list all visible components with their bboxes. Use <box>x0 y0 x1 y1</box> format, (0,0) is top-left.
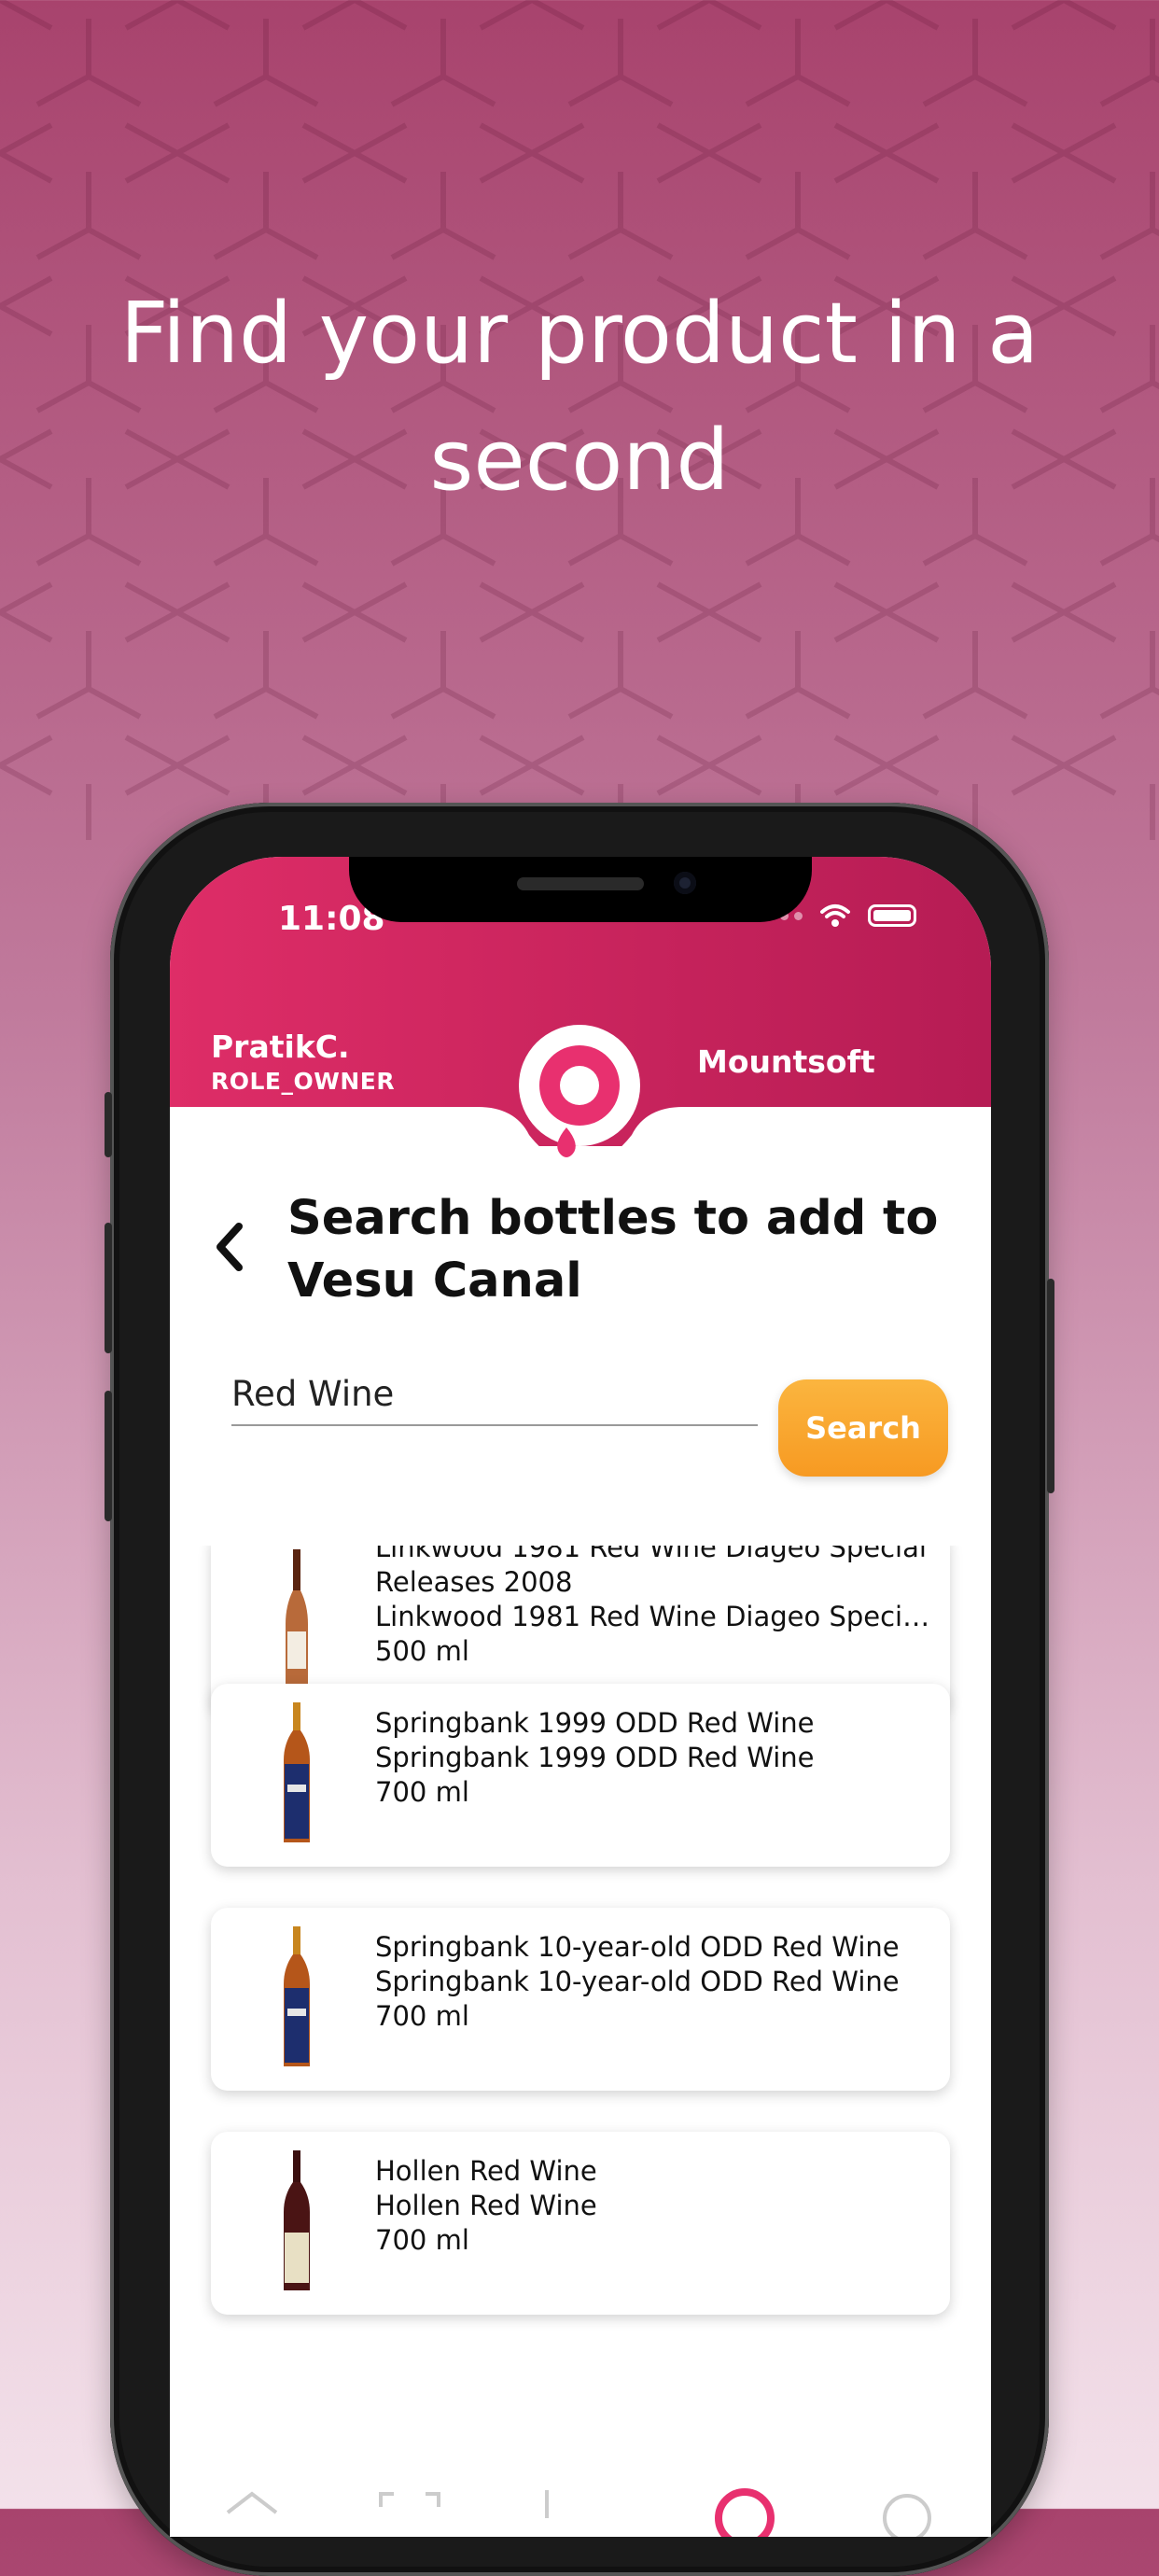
wifi-icon <box>820 904 850 927</box>
bottom-nav <box>226 2488 931 2537</box>
user-role: ROLE_OWNER <box>211 1068 396 1095</box>
user-name[interactable]: PratikC. <box>211 1029 350 1065</box>
result-volume: 500 ml <box>375 1635 469 1667</box>
result-subtitle: Linkwood 1981 Red Wine Diageo Special... <box>375 1601 935 1632</box>
result-subtitle: Springbank 1999 ODD Red Wine <box>375 1742 815 1773</box>
profile-icon[interactable] <box>883 2494 931 2537</box>
promo-headline: Find your product in a second <box>56 271 1103 525</box>
headline-line-2: second <box>429 412 730 510</box>
page-title: Search bottles to add to Vesu Canal <box>287 1191 939 1309</box>
search-input[interactable] <box>231 1363 758 1426</box>
org-name[interactable]: Mountsoft <box>697 1043 875 1080</box>
result-name: Hollen Red Wine <box>375 2155 597 2187</box>
result-volume: 700 ml <box>375 2224 469 2256</box>
result-volume: 700 ml <box>375 1776 469 1808</box>
list-item[interactable]: Hollen Red Wine Hollen Red Wine 700 ml <box>211 2132 950 2315</box>
result-name: Springbank 10-year-old ODD Red Wine <box>375 1931 900 1963</box>
volume-up-button <box>105 1223 112 1353</box>
bottle-image <box>284 1702 310 1842</box>
result-volume: 700 ml <box>375 2000 469 2032</box>
search-icon[interactable] <box>715 2488 775 2537</box>
power-button <box>1047 1279 1054 1493</box>
logo-center <box>560 1066 599 1105</box>
battery-icon <box>868 904 916 927</box>
phone-screen: 11:08 PratikC. ROLE_OWNER Mountsoft Sear… <box>170 857 991 2537</box>
result-name: Springbank 1999 ODD Red Wine <box>375 1707 815 1739</box>
mute-switch <box>105 1092 112 1157</box>
volume-down-button <box>105 1391 112 1521</box>
result-subtitle: Hollen Red Wine <box>375 2190 597 2221</box>
scan-icon[interactable] <box>379 2492 440 2507</box>
result-name-line-1: Linkwood 1981 Red Wine Diageo Special <box>375 1546 927 1563</box>
list-item[interactable]: Springbank 10-year-old ODD Red Wine Spri… <box>211 1908 950 2091</box>
results-list[interactable]: Linkwood 1981 Red Wine Diageo Special Re… <box>170 1546 991 2537</box>
bottle-image <box>284 1926 310 2066</box>
notch <box>349 857 812 922</box>
headline-line-1: Find your product in a <box>119 285 1040 383</box>
home-icon[interactable] <box>226 2491 278 2514</box>
speaker <box>517 877 644 890</box>
search-button[interactable]: Search <box>778 1379 948 1477</box>
bottle-image <box>284 2150 310 2290</box>
bottle-image <box>286 1549 308 1689</box>
result-subtitle: Springbank 10-year-old ODD Red Wine <box>375 1966 900 1997</box>
result-name-line-2: Releases 2008 <box>375 1566 573 1598</box>
chevron-left-icon[interactable] <box>207 1219 254 1275</box>
front-camera <box>674 872 696 894</box>
list-item[interactable]: Springbank 1999 ODD Red Wine Springbank … <box>211 1684 950 1867</box>
logo-pin-icon <box>557 1127 576 1157</box>
